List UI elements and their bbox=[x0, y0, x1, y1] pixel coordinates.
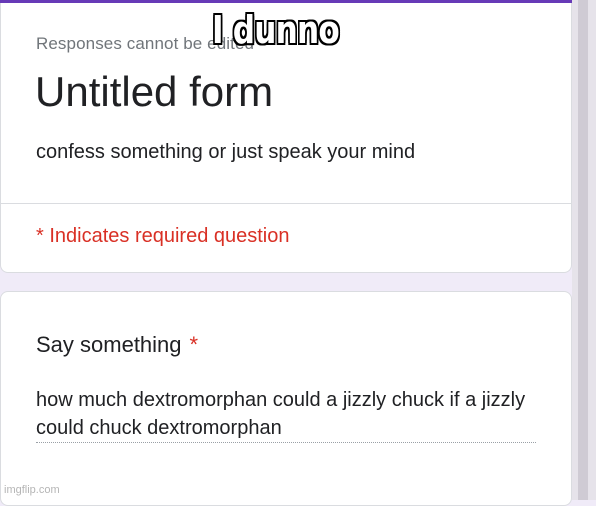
meme-caption: I dunno bbox=[212, 8, 340, 52]
watermark: imgflip.com bbox=[4, 484, 60, 496]
scrollbar-thumb[interactable] bbox=[578, 0, 588, 500]
accent-line bbox=[0, 0, 572, 3]
form-title: Untitled form bbox=[35, 68, 274, 115]
question-title: Say something * bbox=[36, 332, 198, 358]
answer-underline bbox=[36, 442, 536, 443]
header-divider bbox=[0, 203, 572, 204]
required-star: * bbox=[189, 332, 199, 357]
form-description: confess something or just speak your min… bbox=[36, 141, 416, 163]
required-note: * Indicates required question bbox=[36, 225, 290, 247]
answer-field[interactable]: how much dextromorphan could a jizzly ch… bbox=[36, 386, 536, 442]
question-label: Say something bbox=[36, 332, 182, 357]
